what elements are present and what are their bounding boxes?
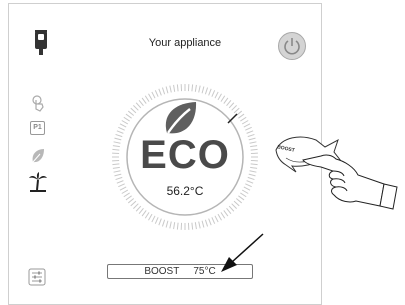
current-temperature: 56.2°C <box>125 184 245 198</box>
eco-leaf-icon <box>160 100 200 136</box>
boost-status-label: BOOST <box>144 266 179 277</box>
boost-status-temperature: 75°C <box>193 266 215 277</box>
boost-status-bar[interactable]: BOOST 75°C <box>107 264 253 279</box>
eco-mode-label: ECO <box>125 133 245 178</box>
